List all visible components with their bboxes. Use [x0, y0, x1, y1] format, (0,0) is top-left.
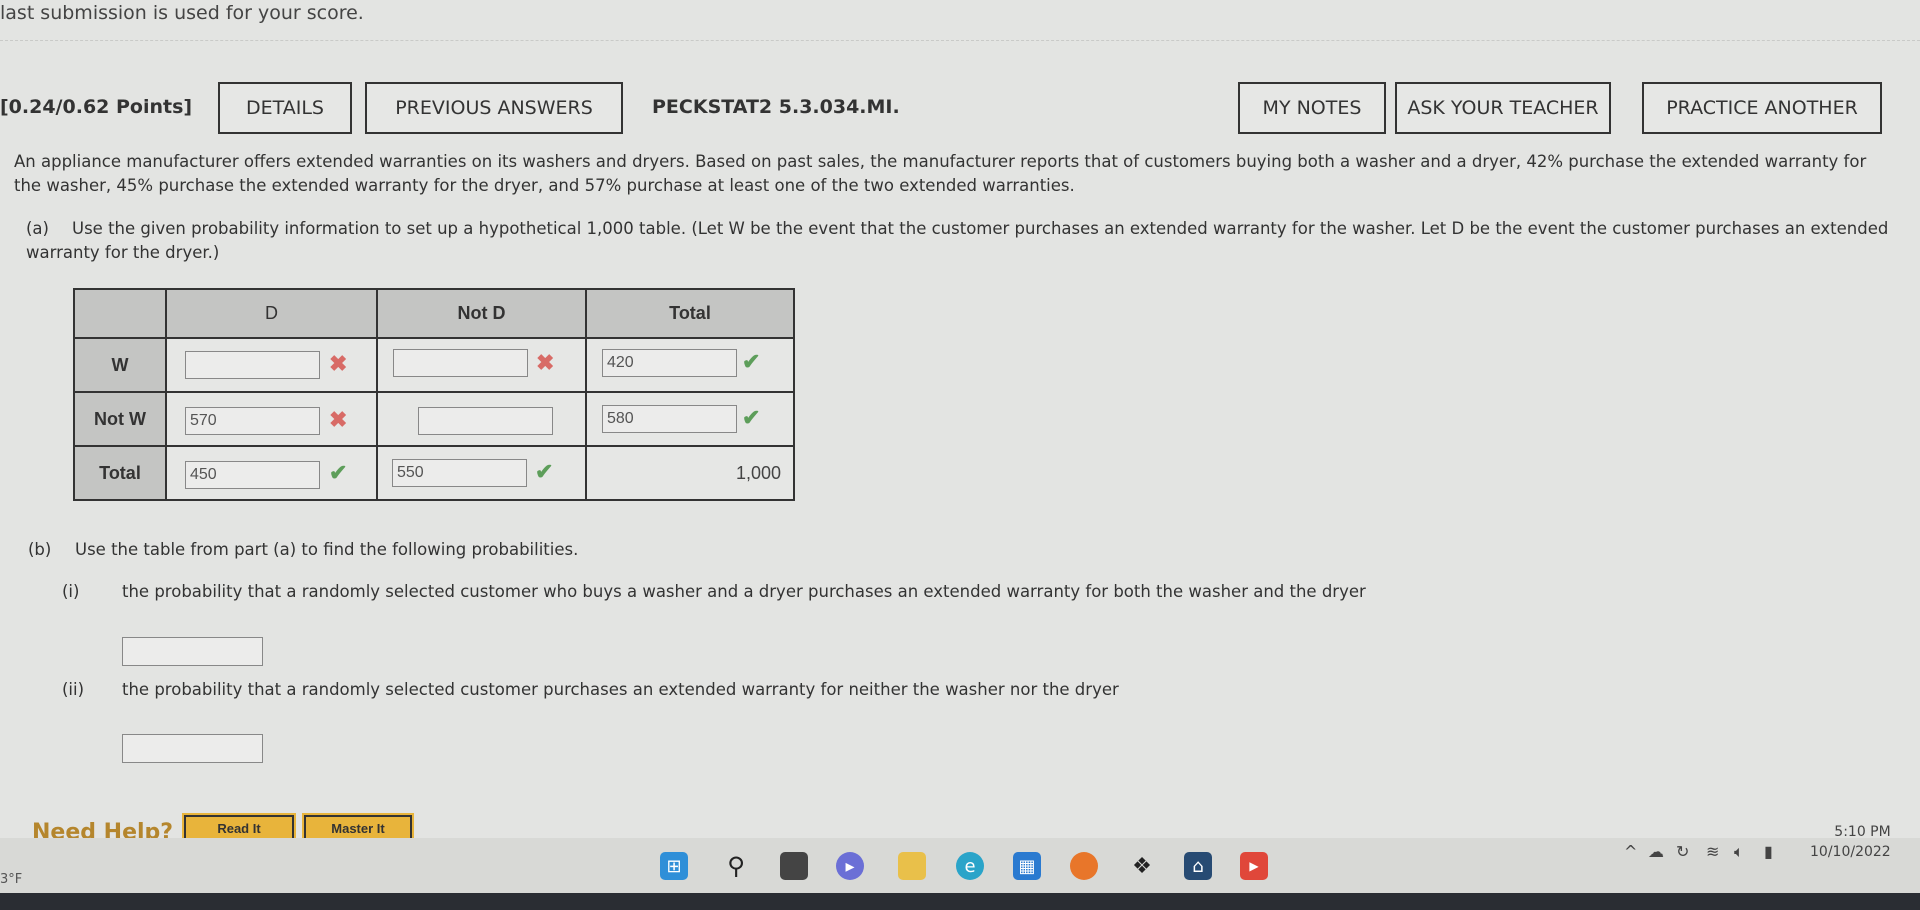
w-total-input[interactable]: 420 — [602, 349, 737, 377]
cloud-icon[interactable]: ☁ — [1648, 842, 1664, 861]
part-b-i: (i) the probability that a randomly selec… — [62, 582, 1366, 601]
part-b-i-label: (i) — [62, 582, 80, 601]
date: 10/10/2022 — [1810, 844, 1891, 860]
header-d: D — [165, 288, 378, 339]
chevron-up-icon[interactable]: ^ — [1624, 842, 1637, 861]
time: 5:10 PM — [1834, 824, 1891, 840]
weather: 3°F — [0, 872, 23, 887]
volume-icon[interactable]: 🔈︎ — [1734, 842, 1744, 862]
part-a: (a) Use the given probability information… — [26, 217, 1896, 265]
not-w-d-input[interactable]: 570 — [185, 407, 320, 435]
problem-text: An appliance manufacturer offers extende… — [14, 152, 1867, 195]
total-not-d-input[interactable]: 550 — [392, 459, 527, 487]
app-icon[interactable]: ⌂ — [1184, 852, 1212, 880]
part-b-i-text: the probability that a randomly selected… — [122, 582, 1366, 601]
not-w-not-d-input[interactable] — [418, 407, 553, 435]
score-note: last submission is used for your score. — [0, 2, 364, 24]
dropbox-icon[interactable]: ❖ — [1128, 852, 1156, 880]
part-a-text: Use the given probability information to… — [26, 219, 1889, 262]
part-b-text: Use the table from part (a) to find the … — [75, 540, 579, 559]
task-view-icon[interactable] — [780, 852, 808, 880]
row-label: W — [73, 337, 167, 393]
row-label: Not W — [73, 391, 167, 447]
edge-icon[interactable]: e — [956, 852, 984, 880]
teams-chat-icon[interactable]: ▸ — [836, 852, 864, 880]
windows-start-icon[interactable]: ⊞ — [660, 852, 688, 880]
header-blank — [73, 288, 167, 339]
correct-icon: ✔ — [742, 405, 761, 430]
correct-icon: ✔ — [742, 349, 761, 374]
row-label: Total — [73, 445, 167, 501]
file-explorer-icon[interactable] — [898, 852, 926, 880]
youtube-icon[interactable]: ▶ — [1240, 852, 1268, 880]
points: [0.24/0.62 Points] — [0, 96, 193, 118]
probability-table: D Not D Total W ✖ ✖ 420 ✔ Not W 570 ✖ 580 ✔… — [73, 288, 795, 501]
table-row: Not W 570 ✖ 580 ✔ — [73, 391, 795, 447]
part-b-ii-label: (ii) — [62, 680, 85, 699]
header-not-d: Not D — [376, 288, 587, 339]
incorrect-icon: ✖ — [536, 350, 555, 375]
microsoft-store-icon[interactable]: ▦ — [1013, 852, 1041, 880]
practice-another-button[interactable]: PRACTICE ANOTHER — [1642, 82, 1882, 134]
clock[interactable]: 5:10 PM 10/10/2022 — [1810, 822, 1891, 862]
answer-i-input[interactable] — [122, 637, 263, 666]
screen-bezel — [0, 893, 1920, 910]
previous-answers-button[interactable]: PREVIOUS ANSWERS — [365, 82, 623, 134]
part-a-label: (a) — [26, 219, 49, 238]
details-button[interactable]: DETAILS — [218, 82, 352, 134]
correct-icon: ✔ — [329, 460, 348, 485]
part-b-ii-text: the probability that a randomly selected… — [122, 680, 1119, 699]
grand-total: 1,000 — [585, 445, 795, 501]
ask-teacher-button[interactable]: ASK YOUR TEACHER — [1395, 82, 1611, 134]
part-b-ii: (ii) the probability that a randomly sele… — [62, 680, 1119, 699]
wifi-icon[interactable]: ≋ — [1706, 842, 1719, 861]
incorrect-icon: ✖ — [329, 407, 348, 432]
table-row: W ✖ ✖ 420 ✔ — [73, 337, 795, 393]
firefox-icon[interactable] — [1070, 852, 1098, 880]
not-w-total-input[interactable]: 580 — [602, 405, 737, 433]
w-d-input[interactable] — [185, 351, 320, 379]
table-row: Total 450 ✔ 550 ✔ 1,000 — [73, 445, 795, 501]
my-notes-button[interactable]: MY NOTES — [1238, 82, 1386, 134]
incorrect-icon: ✖ — [329, 351, 348, 376]
correct-icon: ✔ — [535, 459, 554, 484]
part-b-label: (b) — [28, 540, 52, 559]
divider — [0, 40, 1920, 41]
battery-icon[interactable]: ▮ — [1764, 842, 1773, 861]
w-not-d-input[interactable] — [393, 349, 528, 377]
question-id: PECKSTAT2 5.3.034.MI. — [652, 96, 900, 118]
answer-ii-input[interactable] — [122, 734, 263, 763]
sync-icon[interactable]: ↻ — [1676, 842, 1689, 861]
total-d-input[interactable]: 450 — [185, 461, 320, 489]
search-icon[interactable]: ⚲ — [722, 852, 750, 880]
part-b: (b) Use the table from part (a) to find t… — [28, 540, 578, 559]
header-total: Total — [585, 288, 795, 339]
